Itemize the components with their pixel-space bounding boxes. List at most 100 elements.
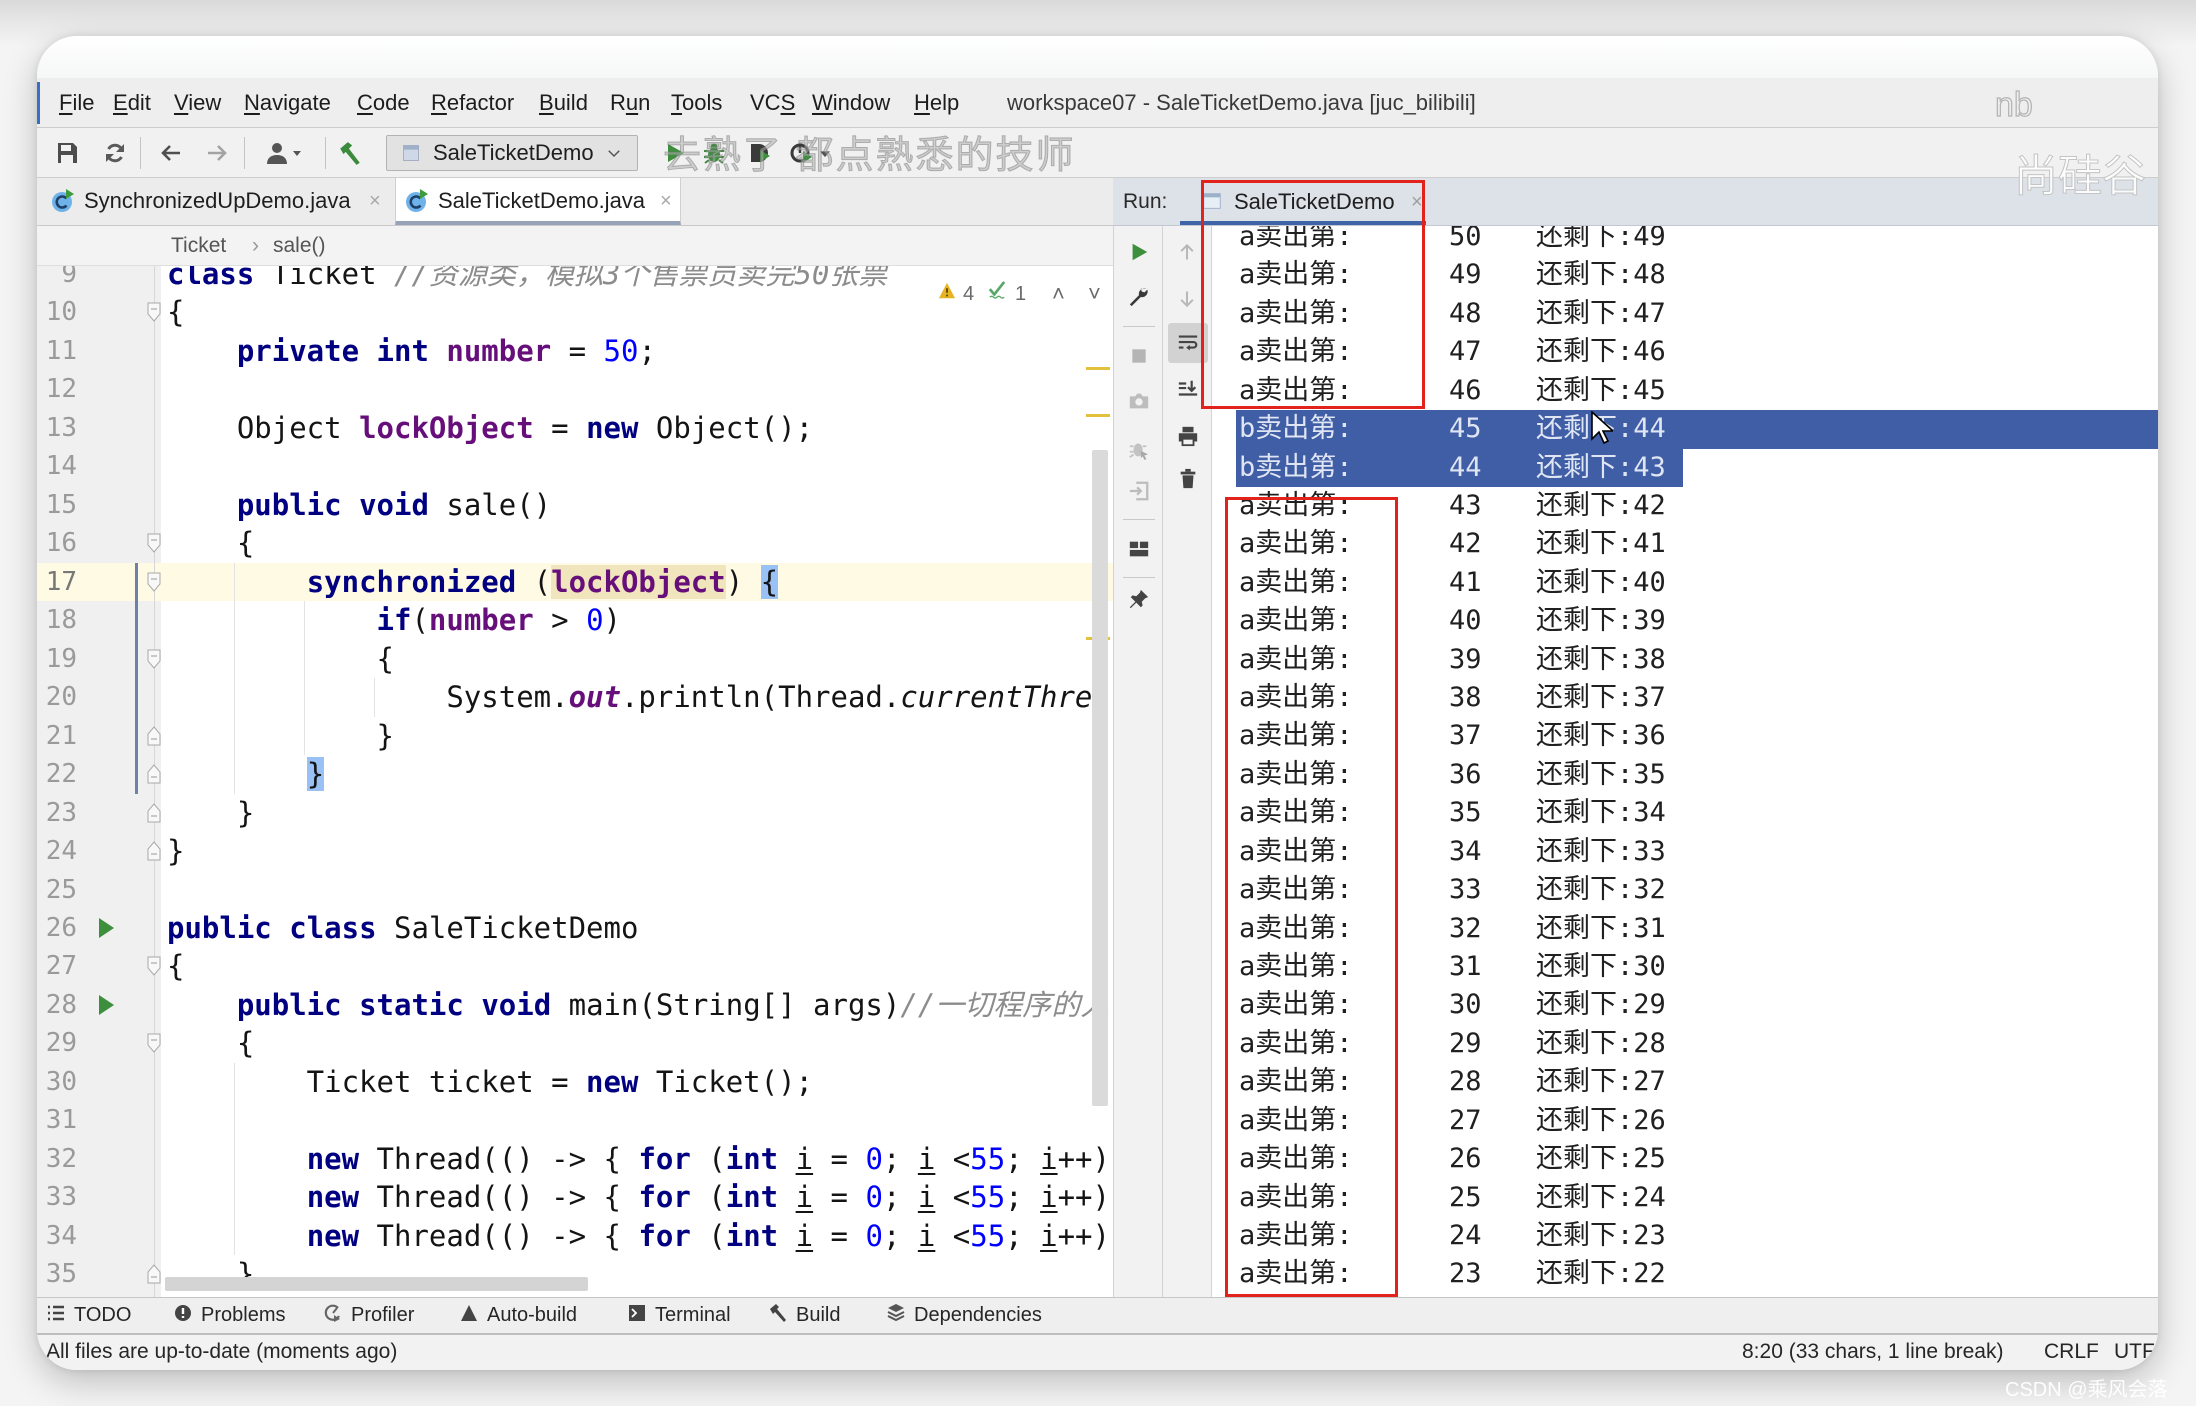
menu-edit[interactable]: Edit [113,78,151,128]
code-line[interactable]: public static void main(String[] args)//… [167,986,1109,1024]
pin-icon[interactable] [1126,586,1152,612]
code-line[interactable]: new Thread(() -> { for (int i = 0; i <55… [167,1178,1110,1216]
tab-sale-ticket-demo[interactable]: SaleTicketDemo.java × [395,178,681,225]
back-icon[interactable] [158,140,184,166]
fold-close-icon[interactable] [147,1264,161,1284]
layout-icon[interactable] [1126,536,1152,562]
code-line[interactable]: System.out.println(Thread.currentThrea [167,678,1110,716]
code-line[interactable]: { [167,293,184,331]
close-tab-icon[interactable]: × [660,178,672,224]
user-icon[interactable] [264,140,308,166]
file-encoding[interactable]: UTF [2114,1335,2155,1369]
scroll-up-icon[interactable] [1174,239,1200,265]
code-line[interactable]: synchronized (lockObject) { [167,563,779,601]
code-line[interactable]: } [167,755,325,793]
fold-close-icon[interactable] [147,764,161,784]
menu-tools[interactable]: Tools [671,78,722,128]
menu-run[interactable]: Run [610,78,650,128]
code-line[interactable]: { [167,1024,254,1062]
tool-auto-build[interactable]: Auto-build [459,1298,577,1333]
debug-attach-icon[interactable] [1126,436,1152,462]
snapshot-camera-icon[interactable] [1126,388,1152,414]
code-line[interactable]: new Thread(() -> { for (int i = 0; i <55… [167,1217,1110,1255]
menu-code[interactable]: Code [357,78,410,128]
fold-close-icon[interactable] [147,725,161,746]
save-icon[interactable] [54,140,80,166]
previous-highlight-button[interactable]: ˄ [1052,280,1065,308]
tool-todo[interactable]: TODO [46,1298,131,1333]
fold-close-icon[interactable] [147,841,161,861]
code-line[interactable]: { [167,524,254,562]
code-line[interactable]: class Ticket //资源类，模拟3个售票员卖完50张票 [167,266,887,293]
menu-help[interactable]: Help [914,78,959,128]
print-icon[interactable] [1175,423,1201,449]
code-line[interactable]: { [167,640,394,678]
fold-close-icon[interactable] [147,802,161,823]
menu-build[interactable]: Build [539,78,588,128]
status-message[interactable]: All files are up-to-date (moments ago) [46,1335,397,1369]
code-line[interactable]: } [167,832,184,870]
next-highlight-button[interactable]: ˅ [1088,280,1101,308]
run-configuration-dropdown[interactable]: SaleTicketDemo [386,135,638,171]
code-editor[interactable]: 9 10 11 12 13 14 15 16 17 18 19 20 21 22 23 24 25 26 27 28 2… [37,266,1113,1297]
vcs-change-marker[interactable] [135,562,138,794]
forward-icon[interactable] [204,140,230,166]
code-line[interactable]: new Thread(() -> { for (int i = 0; i <55… [167,1140,1110,1178]
menu-navigate[interactable]: Navigate [244,78,331,128]
vertical-scrollbar[interactable] [1092,450,1108,1106]
tool-dependencies[interactable]: Dependencies [886,1298,1042,1333]
fold-open-icon[interactable] [147,533,161,554]
fold-open-icon[interactable] [147,572,161,592]
warning-stripe-marker[interactable] [1086,367,1110,370]
tool-problems[interactable]: Problems [173,1298,285,1333]
tool-terminal[interactable]: Terminal [627,1298,731,1333]
code-line[interactable]: if(number > 0) [167,601,621,639]
breadcrumb-class[interactable]: Ticket [171,226,226,266]
terminal-icon [627,1303,647,1329]
fold-open-icon[interactable] [147,302,161,323]
code-line[interactable]: private int number = 50; [167,332,656,370]
build-hammer-icon[interactable] [337,140,363,166]
tool-build[interactable]: Build [768,1298,840,1333]
scroll-down-icon[interactable] [1174,286,1200,312]
code-line[interactable]: public class SaleTicketDemo [167,909,638,947]
console-row[interactable]: b卖出第:45还剩下:44 [1212,410,2158,449]
code-line[interactable]: { [167,947,184,985]
rerun-icon[interactable] [1126,239,1152,265]
menu-file[interactable]: File [59,78,94,128]
code-line[interactable]: public void sale() [167,486,551,524]
code-line[interactable]: } [167,717,394,755]
fold-open-icon[interactable] [147,1033,161,1054]
run-gutter-icon[interactable] [97,994,115,1016]
line-separator[interactable]: CRLF [2044,1335,2099,1369]
warning-stripe-marker[interactable] [1086,414,1110,417]
caret-position[interactable]: 8:20 (33 chars, 1 line break) [1742,1335,2003,1369]
menu-view[interactable]: View [174,78,221,128]
menu-window[interactable]: Window [812,78,890,128]
scroll-to-end-icon[interactable] [1175,376,1201,402]
code-line[interactable]: } [167,794,254,832]
stop-icon[interactable] [1126,343,1152,369]
tab-synchronized-up-demo[interactable]: SynchronizedUpDemo.java × [37,178,394,225]
menu-vcs[interactable]: VCS [750,78,795,128]
fold-open-icon[interactable] [147,649,161,669]
code-token-plain: ++) [1057,1218,1110,1253]
code-token-num: 0 [865,1141,883,1176]
restore-layout-icon[interactable] [1126,478,1152,504]
settings-wrench-icon[interactable] [1126,284,1152,310]
console-ticket-number: 49 [1449,259,1482,291]
code-line[interactable]: Ticket ticket = new Ticket(); [167,1063,813,1101]
menu-refactor[interactable]: Refactor [431,78,514,128]
sync-icon[interactable] [102,140,128,166]
console-remaining-label: 还剩下:37 [1536,682,1666,714]
code-line[interactable]: Object lockObject = new Object(); [167,409,813,447]
soft-wrap-icon[interactable] [1175,330,1201,356]
close-tab-icon[interactable]: × [369,178,381,224]
clear-trash-icon[interactable] [1175,466,1201,492]
run-gutter-icon[interactable] [97,917,115,939]
tool-profiler[interactable]: Profiler [323,1298,414,1333]
fold-open-icon[interactable] [147,956,161,977]
breadcrumb-method[interactable]: sale() [273,226,326,266]
console-row[interactable]: b卖出第: 44 还剩下:43 [1212,448,2158,487]
horizontal-scrollbar[interactable] [165,1277,588,1291]
